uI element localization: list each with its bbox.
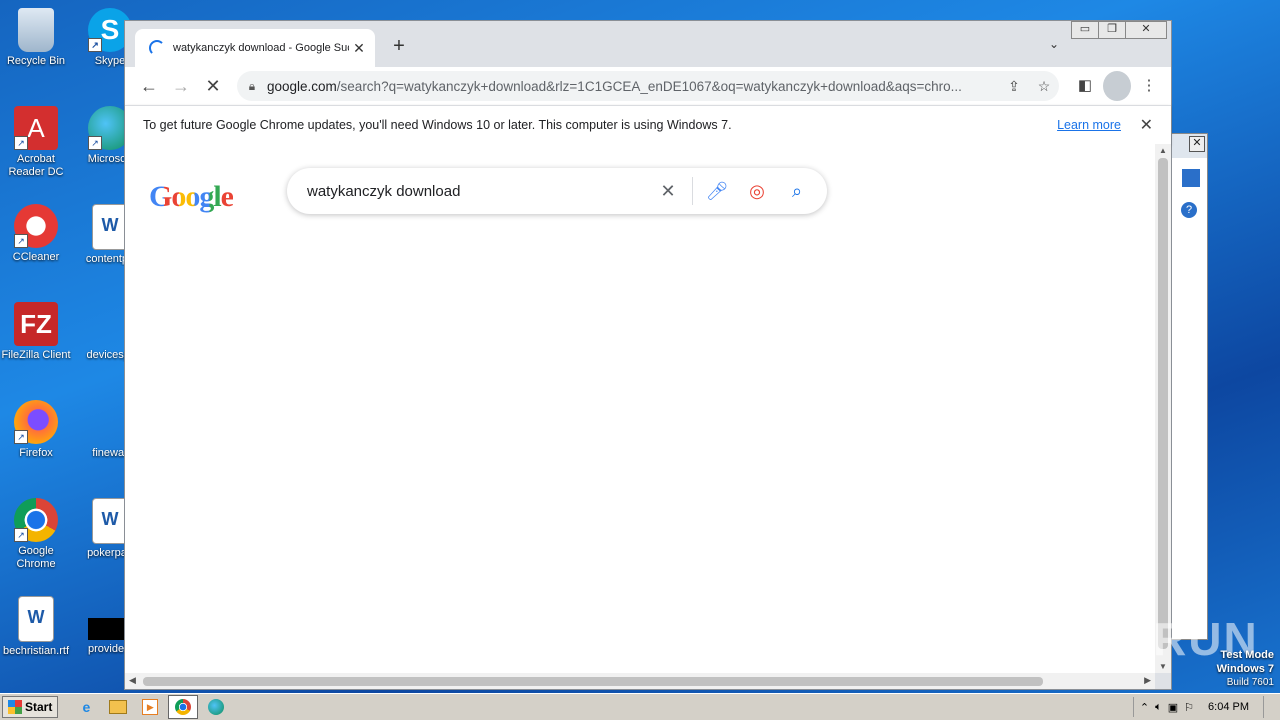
desktop-icon-filezilla[interactable]: FZ FileZilla Client [0,302,72,362]
system-tray: ⌃ 🔈︎ ▣ ⚐ 6:04 PM [1132,694,1280,720]
word-document-icon: W [92,498,128,544]
profile-button[interactable] [1103,71,1131,102]
close-window-button[interactable]: ✕ [1125,21,1167,39]
horizontal-scroll-thumb[interactable] [143,677,1043,686]
taskbar-edge-icon[interactable] [202,696,230,718]
clear-search-icon[interactable]: ✕ [648,181,688,202]
taskbar-chrome-icon[interactable] [168,695,199,719]
desktop-icon-ccleaner[interactable]: ↗ CCleaner [0,204,72,264]
restore-button[interactable]: ❐ [1098,21,1126,39]
desktop-icon-label: Google Chrome [16,545,56,570]
url-path: /search?q=watykanczyk+download&rlz=1C1GC… [336,78,962,94]
search-icon[interactable]: ⌕ [777,181,817,202]
address-url[interactable]: google.com/search?q=watykanczyk+download… [267,79,999,94]
start-label: Start [25,700,53,714]
word-document-icon: W [92,204,128,250]
bookmark-star-icon[interactable]: ☆ [1029,78,1059,95]
test-mode-line1: Test Mode [1220,649,1274,661]
desktop-icon-acrobat[interactable]: A ↗ Acrobat Reader DC [0,106,72,179]
new-tab-button[interactable]: + [387,35,411,58]
back-button[interactable]: ← [133,76,165,97]
clock[interactable]: 6:04 PM [1208,701,1249,713]
windows-flag-icon [8,700,22,714]
test-mode-label: Test Mode Windows 7 Build 7601 [1217,648,1274,690]
search-icon[interactable] [1181,168,1201,188]
share-icon[interactable]: ⇪ [999,78,1029,95]
desktop-icon-label: Acrobat Reader DC [8,153,64,178]
network-icon[interactable]: ▣ [1168,701,1178,714]
lock-icon[interactable]: 🔒︎ [237,79,267,94]
tab-strip: watykanczyk download - Google Suc ✕ + ⌄ … [125,21,1171,67]
desktop-icon-label: bechristian.rtf [2,645,70,657]
test-mode-line3: Build 7601 [1226,677,1274,688]
search-box[interactable]: watykanczyk download ✕ 🎤︎ ◎ ⌕ [287,168,827,214]
start-button[interactable]: Start [2,696,59,718]
infobar-close-icon[interactable]: ✕ [1140,115,1153,135]
show-desktop-button[interactable] [1263,696,1274,718]
taskbar: Start e ▶ ⌃ 🔈︎ ▣ ⚐ 6:04 PM [0,693,1280,720]
address-bar[interactable]: 🔒︎ google.com/search?q=watykanczyk+downl… [237,71,1059,101]
desktop-icon-firefox[interactable]: ↗ Firefox [0,400,72,460]
filezilla-icon: FZ [14,302,58,346]
help-icon[interactable]: ? [1181,202,1197,218]
tray-separator [1132,697,1134,717]
desktop-icon-google-chrome[interactable]: ↗ Google Chrome [0,498,72,571]
avatar [1103,71,1131,102]
tab-close-icon[interactable]: ✕ [349,40,369,57]
taskbar-media-player-icon[interactable]: ▶ [136,696,164,718]
loading-spinner-icon [149,40,165,56]
scroll-right-arrow-icon[interactable]: ▶ [1144,675,1151,686]
horizontal-scrollbar[interactable]: ◀ ▶ [125,673,1155,689]
page-content: Google watykanczyk download ✕ 🎤︎ ◎ ⌕ [125,144,1155,673]
tab-title: watykanczyk download - Google Suc [173,42,349,54]
taskbar-ie-icon[interactable]: e [72,696,100,718]
vertical-scroll-thumb[interactable] [1158,158,1168,649]
ccleaner-icon: ↗ [14,204,58,248]
word-document-icon: W [18,596,54,642]
acrobat-icon: A ↗ [14,106,58,150]
search-divider [692,177,693,205]
test-mode-line2: Windows 7 [1216,663,1274,675]
menu-kebab-icon[interactable]: ⋮ [1135,71,1163,101]
tab-active[interactable]: watykanczyk download - Google Suc ✕ [135,29,375,67]
background-window-titlebar: ✕ [1171,134,1207,158]
firefox-icon: ↗ [14,400,58,444]
google-doodle-logo[interactable]: Google [149,180,234,214]
chrome-icon: ↗ [14,498,58,542]
chrome-window[interactable]: watykanczyk download - Google Suc ✕ + ⌄ … [124,20,1172,690]
action-center-flag-icon[interactable]: ⚐ [1184,701,1194,714]
infobar-message: To get future Google Chrome updates, you… [143,118,732,132]
volume-icon[interactable]: 🔈︎ [1155,701,1162,714]
stop-loading-button[interactable]: ✕ [197,76,229,97]
toolbar-right: ◧ ⋮ [1071,71,1163,102]
scroll-up-arrow-icon[interactable]: ▲ [1155,146,1171,155]
learn-more-link[interactable]: Learn more [1057,118,1121,132]
side-panel-icon[interactable]: ◧ [1071,71,1099,101]
vertical-scrollbar[interactable]: ▲ ▼ [1155,144,1171,673]
logo-text: Google [149,180,234,213]
desktop-icon-bechristian[interactable]: W bechristian.rtf [0,596,72,658]
background-window[interactable]: ✕ ? [1170,133,1208,640]
url-host: google.com [267,78,337,94]
browser-toolbar: ← → ✕ 🔒︎ google.com/search?q=watykanczyk… [125,67,1171,105]
close-icon[interactable]: ✕ [1189,136,1205,152]
window-controls: ▭ ❐ ✕ [1071,21,1167,39]
tray-expand-icon[interactable]: ⌃ [1140,701,1149,714]
tab-search-chevron-icon[interactable]: ⌄ [1049,37,1059,51]
search-input[interactable]: watykanczyk download [287,183,648,200]
minimize-button[interactable]: ▭ [1071,21,1099,39]
update-infobar: To get future Google Chrome updates, you… [125,105,1171,145]
microphone-icon[interactable]: 🎤︎ [697,181,737,202]
forward-button[interactable]: → [165,76,197,97]
desktop-icon-label: FileZilla Client [1,349,71,361]
recycle-bin-icon [18,8,54,52]
desktop-icon-recycle-bin[interactable]: Recycle Bin [0,8,72,68]
desktop-icon-label: Recycle Bin [6,55,66,67]
taskbar-explorer-icon[interactable] [104,696,132,718]
desktop-icon-label: Firefox [19,447,53,459]
desktop-icon-label: CCleaner [12,251,60,263]
scroll-left-arrow-icon[interactable]: ◀ [129,675,136,686]
google-lens-icon[interactable]: ◎ [737,181,777,202]
